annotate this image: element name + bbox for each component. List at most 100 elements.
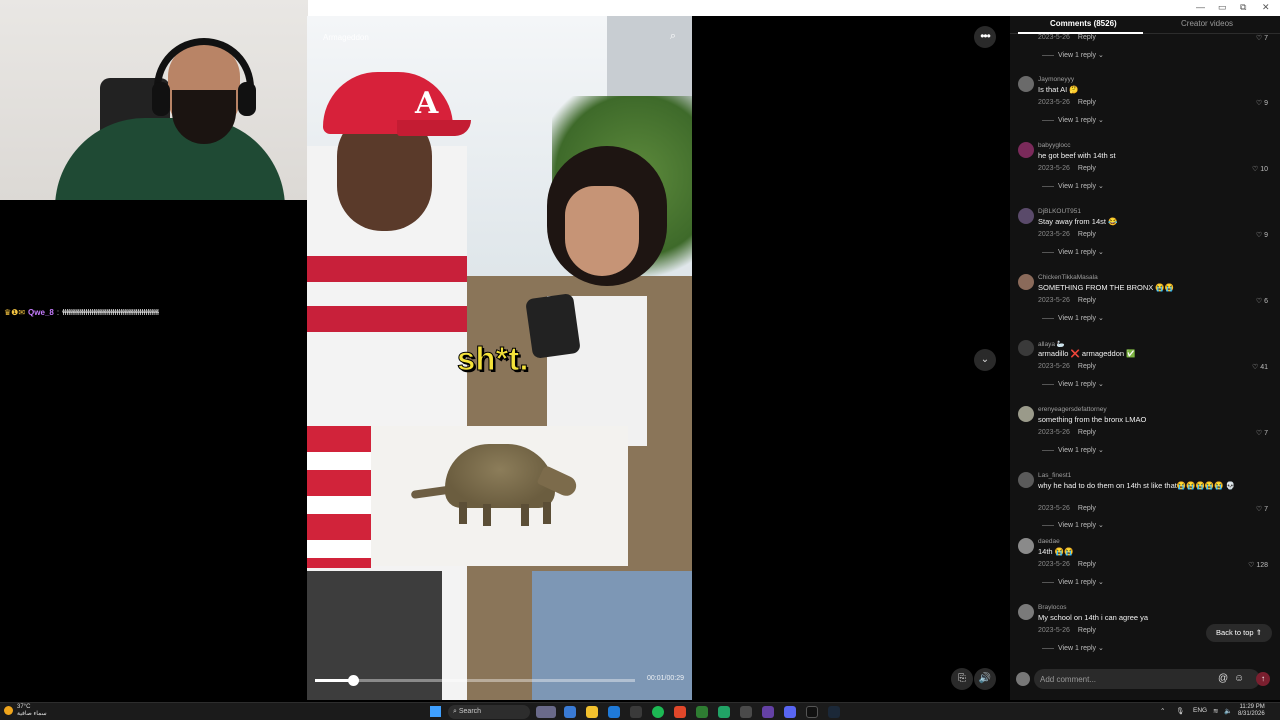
video-caption: sh*t. — [457, 340, 530, 378]
armadillo-leg — [521, 504, 529, 526]
like-count[interactable]: ♡ 9 — [1256, 231, 1268, 239]
like-count[interactable]: ♡ 7 — [1256, 505, 1268, 513]
edge-icon[interactable] — [608, 706, 620, 718]
twitch-icon[interactable] — [762, 706, 774, 718]
comment-text: something from the bronx LMAO — [1038, 415, 1147, 424]
view-replies-button[interactable]: View 1 reply ⌄ — [1042, 644, 1104, 652]
comment-text: Stay away from 14st 😂 — [1038, 217, 1118, 226]
like-count[interactable]: ♡ 6 — [1256, 297, 1268, 305]
view-replies-button[interactable]: View 1 reply ⌄ — [1042, 521, 1104, 529]
avatar[interactable] — [1018, 208, 1034, 224]
emoji-icon[interactable]: ☺ — [1234, 673, 1244, 684]
app-icon[interactable] — [740, 706, 752, 718]
close-icon[interactable]: ✕ — [1262, 2, 1270, 13]
view-replies-button[interactable]: View 1 reply ⌄ — [1042, 578, 1104, 586]
avatar[interactable] — [1018, 472, 1034, 488]
comment-item: DjBLKOUT951 Stay away from 14st 😂 2023-5-2… — [1010, 208, 1280, 274]
reply-button[interactable]: Reply — [1078, 363, 1096, 370]
comment-username[interactable]: Braylocos — [1038, 604, 1067, 611]
restore-icon[interactable]: ▭ — [1218, 2, 1227, 13]
view-replies-button[interactable]: View 1 reply ⌄ — [1042, 446, 1104, 454]
view-replies-button[interactable]: View 1 reply ⌄ — [1042, 51, 1104, 59]
like-count[interactable]: ♡ 7 — [1256, 34, 1268, 42]
avatar[interactable] — [1018, 340, 1034, 356]
xbox-icon[interactable] — [696, 706, 708, 718]
language-indicator[interactable]: ENG — [1193, 707, 1207, 714]
wifi-icon[interactable]: ≋ — [1213, 707, 1218, 715]
minimize-icon[interactable]: — — [1196, 2, 1205, 12]
avatar[interactable] — [1018, 142, 1034, 158]
comment-bar: @ ☺ ↑ — [1010, 668, 1280, 692]
comment-date: 2023-5-26 — [1038, 165, 1070, 172]
shirt-stripe — [307, 306, 467, 332]
speaker-icon[interactable]: 🔈 — [1224, 707, 1232, 715]
reply-button[interactable]: Reply — [1078, 297, 1096, 304]
file-explorer-icon[interactable] — [586, 706, 598, 718]
view-replies-button[interactable]: View 1 reply ⌄ — [1042, 380, 1104, 388]
store-icon[interactable] — [630, 706, 642, 718]
reply-button[interactable]: Reply — [1078, 99, 1096, 106]
caption-icon[interactable]: ⎘ — [951, 668, 973, 690]
tray-expand-icon[interactable]: ⌃ — [1160, 707, 1165, 715]
view-replies-button[interactable]: View 1 reply ⌄ — [1042, 248, 1104, 256]
brave-icon[interactable] — [674, 706, 686, 718]
taskbar-search[interactable]: ⌕ Search — [448, 705, 530, 719]
avatar[interactable] — [1018, 604, 1034, 620]
system-clock[interactable]: 11:29 PM 8/31/2026 — [1238, 704, 1265, 718]
reply-button[interactable]: Reply — [1078, 429, 1096, 436]
view-replies-button[interactable]: View 1 reply ⌄ — [1042, 314, 1104, 322]
search-icon[interactable]: ⌕ — [670, 30, 676, 43]
like-count[interactable]: ♡ 7 — [1256, 429, 1268, 437]
reply-button[interactable]: Reply — [1078, 561, 1096, 568]
avatar[interactable] — [1018, 274, 1034, 290]
view-replies-button[interactable]: View 1 reply ⌄ — [1042, 182, 1104, 190]
spotify-icon[interactable] — [652, 706, 664, 718]
reply-button[interactable]: Reply — [1078, 231, 1096, 238]
comment-username[interactable]: allaya 🦢 — [1038, 340, 1065, 348]
start-button-icon[interactable] — [430, 706, 441, 717]
pip-icon[interactable]: ⧉ — [1240, 2, 1246, 13]
comment-date: 2023-5-26 — [1038, 561, 1070, 568]
comment-username[interactable]: Jaymoneyyy — [1038, 76, 1074, 83]
like-count[interactable]: ♡ 9 — [1256, 99, 1268, 107]
mention-icon[interactable]: @ — [1218, 673, 1228, 684]
weather-widget[interactable]: 37°C سماء صافية — [4, 704, 47, 718]
avatar[interactable] — [1018, 406, 1034, 422]
send-button[interactable]: ↑ — [1256, 672, 1270, 686]
chat-message: ♛❶✉ Qwe_8: ɬɬɬɬɬɬɬɬɬɬɬɬɬɬɬɬɬɬɬɬɬɬɬɬɬɬɬɬɬɬɬ… — [4, 308, 159, 317]
chat-username[interactable]: Qwe_8 — [28, 308, 54, 317]
comment-username[interactable]: babyyglocc — [1038, 142, 1071, 149]
app-icon[interactable] — [718, 706, 730, 718]
comment-username[interactable]: daedae — [1038, 538, 1060, 545]
tab-creator-videos[interactable]: Creator videos — [1181, 19, 1233, 28]
progress-bar[interactable] — [315, 675, 635, 686]
view-replies-button[interactable]: View 1 reply ⌄ — [1042, 116, 1104, 124]
back-to-top-button[interactable]: Back to top ⇑ — [1206, 624, 1272, 642]
headphone-left — [152, 82, 170, 116]
tiktok-icon[interactable] — [806, 706, 818, 718]
like-count[interactable]: ♡ 41 — [1252, 363, 1268, 371]
tab-comments[interactable]: Comments (8526) — [1050, 19, 1117, 28]
reply-button[interactable]: Reply — [1078, 165, 1096, 172]
like-count[interactable]: ♡ 10 — [1252, 165, 1268, 173]
reply-button[interactable]: Reply — [1078, 627, 1096, 634]
volume-icon[interactable]: 🔊 — [974, 668, 996, 690]
discord-icon[interactable] — [784, 706, 796, 718]
avatar[interactable] — [1018, 538, 1034, 554]
more-options-button[interactable]: ••• — [974, 26, 996, 48]
mic-icon[interactable]: 🎙 — [1176, 707, 1184, 715]
avatar[interactable] — [1018, 76, 1034, 92]
copilot-icon[interactable] — [564, 706, 576, 718]
widget-app-icon[interactable] — [536, 706, 556, 718]
next-video-button[interactable]: ⌄ — [974, 349, 996, 371]
like-count[interactable]: ♡ 128 — [1248, 561, 1268, 569]
comment-username[interactable]: DjBLKOUT951 — [1038, 208, 1081, 215]
reply-button[interactable]: Reply — [1078, 34, 1096, 41]
steam-icon[interactable] — [828, 706, 840, 718]
comment-username[interactable]: erenyeagersdefattorney — [1038, 406, 1107, 413]
reply-button[interactable]: Reply — [1078, 505, 1096, 512]
comment-username[interactable]: ChickenTikkaMasala — [1038, 274, 1098, 281]
video-player[interactable]: A Armageddon ⌕ sh*t. 00:01/00:29 — [307, 16, 692, 700]
comment-username[interactable]: Las_finest1 — [1038, 472, 1071, 479]
comment-item: Jaymoneyyy Is that AI 🤔 2023-5-26 Reply ♡ 9 V… — [1010, 76, 1280, 142]
